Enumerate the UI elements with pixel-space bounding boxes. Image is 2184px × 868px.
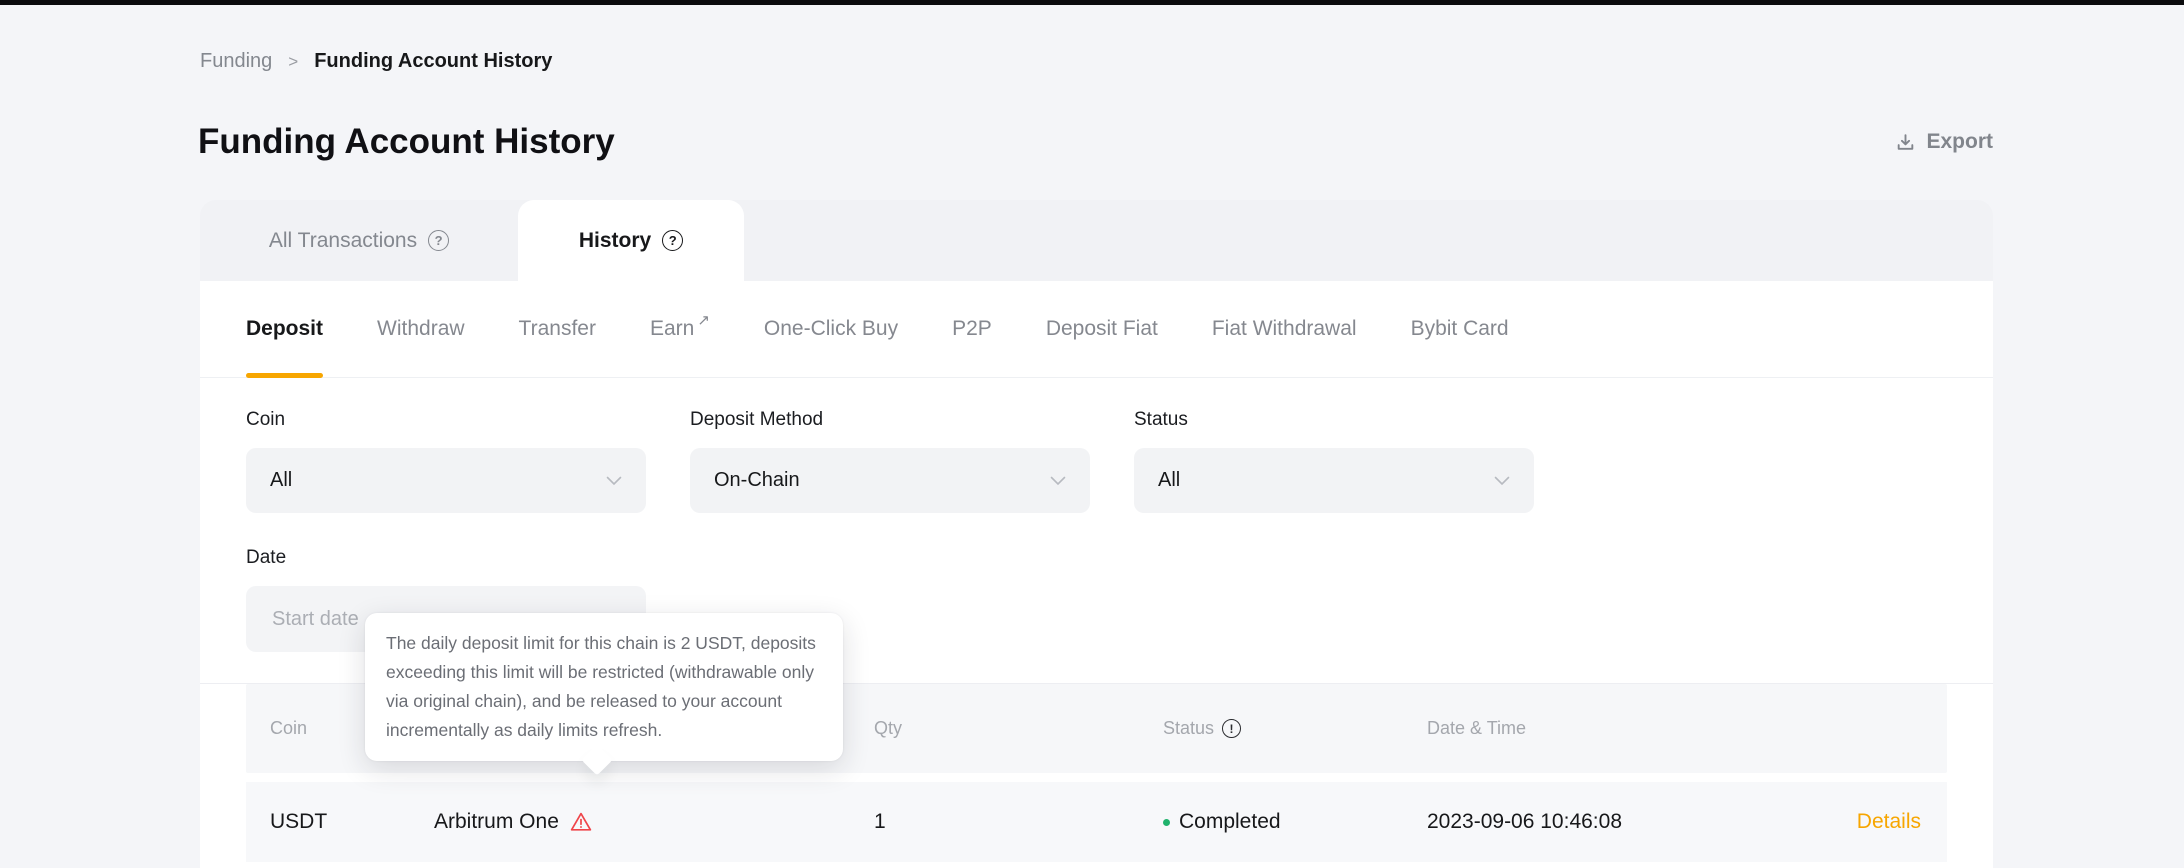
table-header-divider xyxy=(200,773,1993,782)
download-icon xyxy=(1895,132,1916,153)
breadcrumb: Funding > Funding Account History xyxy=(200,50,552,73)
active-tab-underline xyxy=(246,373,323,378)
chevron-down-icon xyxy=(1050,476,1066,486)
filter-row: Coin All Deposit Method On-Chain Status … xyxy=(246,409,1534,513)
status-dot-icon xyxy=(1163,819,1170,826)
subtab-withdraw-label: Withdraw xyxy=(377,317,465,341)
cell-coin: USDT xyxy=(246,810,434,834)
deposit-limit-tooltip: The daily deposit limit for this chain i… xyxy=(365,613,843,761)
column-header-qty: Qty xyxy=(874,718,1163,739)
column-header-status-label: Status xyxy=(1163,718,1214,739)
info-circle-icon[interactable]: ! xyxy=(1222,719,1241,738)
subtab-transfer-label: Transfer xyxy=(519,317,596,341)
history-content-card: Deposit Withdraw Transfer Earn ↗ One-Cli… xyxy=(200,281,1993,868)
table-row[interactable]: USDT Arbitrum One 1 Completed 2023-09-06… xyxy=(246,782,1947,862)
date-filter-label: Date xyxy=(246,547,646,569)
question-circle-icon[interactable]: ? xyxy=(428,230,449,251)
status-select[interactable]: All xyxy=(1134,448,1534,513)
deposit-method-filter: Deposit Method On-Chain xyxy=(690,409,1090,513)
subtab-bybit-card-label: Bybit Card xyxy=(1411,317,1509,341)
subtab-deposit-fiat[interactable]: Deposit Fiat xyxy=(1046,281,1158,377)
account-tab-bar: All Transactions ? History ? xyxy=(200,200,1993,281)
question-circle-icon[interactable]: ? xyxy=(662,230,683,251)
subtab-fiat-withdrawal[interactable]: Fiat Withdrawal xyxy=(1212,281,1357,377)
transaction-type-tabs: Deposit Withdraw Transfer Earn ↗ One-Cli… xyxy=(200,281,1993,378)
window-top-bar xyxy=(0,0,2184,5)
column-header-datetime: Date & Time xyxy=(1427,718,1847,739)
subtab-p2p-label: P2P xyxy=(952,317,992,341)
subtab-withdraw[interactable]: Withdraw xyxy=(377,281,465,377)
deposit-method-select-value: On-Chain xyxy=(714,469,800,492)
cell-datetime: 2023-09-06 10:46:08 xyxy=(1427,810,1847,834)
breadcrumb-funding-link[interactable]: Funding xyxy=(200,50,272,73)
coin-select-value: All xyxy=(270,469,292,492)
page-title: Funding Account History xyxy=(198,122,615,162)
breadcrumb-current-page: Funding Account History xyxy=(314,50,552,73)
status-text: Completed xyxy=(1179,810,1281,834)
external-link-icon: ↗ xyxy=(697,311,710,329)
chevron-down-icon xyxy=(606,476,622,486)
column-header-status: Status ! xyxy=(1163,718,1427,739)
start-date-placeholder: Start date xyxy=(272,608,359,631)
subtab-deposit-label: Deposit xyxy=(246,317,323,341)
tab-history-label: History xyxy=(579,229,651,253)
subtab-transfer[interactable]: Transfer xyxy=(519,281,596,377)
subtab-deposit[interactable]: Deposit xyxy=(246,281,323,377)
subtab-earn-label: Earn xyxy=(650,317,694,341)
export-button[interactable]: Export xyxy=(1895,130,1993,154)
status-filter: Status All xyxy=(1134,409,1534,513)
subtab-earn[interactable]: Earn ↗ xyxy=(650,281,710,377)
subtab-fiat-withdrawal-label: Fiat Withdrawal xyxy=(1212,317,1357,341)
status-filter-label: Status xyxy=(1134,409,1534,431)
chain-name: Arbitrum One xyxy=(434,810,559,834)
coin-filter: Coin All xyxy=(246,409,646,513)
export-label: Export xyxy=(1926,130,1993,154)
coin-select[interactable]: All xyxy=(246,448,646,513)
tab-all-transactions[interactable]: All Transactions ? xyxy=(200,200,518,281)
subtab-bybit-card[interactable]: Bybit Card xyxy=(1411,281,1509,377)
chevron-down-icon xyxy=(1494,476,1510,486)
status-select-value: All xyxy=(1158,469,1180,492)
coin-filter-label: Coin xyxy=(246,409,646,431)
cell-status: Completed xyxy=(1163,810,1427,834)
details-link[interactable]: Details xyxy=(1847,810,1947,834)
deposit-method-filter-label: Deposit Method xyxy=(690,409,1090,431)
cell-chain: Arbitrum One xyxy=(434,810,874,834)
subtab-one-click-buy-label: One-Click Buy xyxy=(764,317,898,341)
cell-qty: 1 xyxy=(874,810,1163,834)
tooltip-text: The daily deposit limit for this chain i… xyxy=(386,633,816,740)
chevron-right-icon: > xyxy=(288,52,298,72)
deposit-method-select[interactable]: On-Chain xyxy=(690,448,1090,513)
tab-history[interactable]: History ? xyxy=(518,200,744,281)
tab-all-transactions-label: All Transactions xyxy=(269,229,417,253)
warning-triangle-icon[interactable] xyxy=(569,810,593,834)
subtab-one-click-buy[interactable]: One-Click Buy xyxy=(764,281,898,377)
subtab-p2p[interactable]: P2P xyxy=(952,281,992,377)
subtab-deposit-fiat-label: Deposit Fiat xyxy=(1046,317,1158,341)
